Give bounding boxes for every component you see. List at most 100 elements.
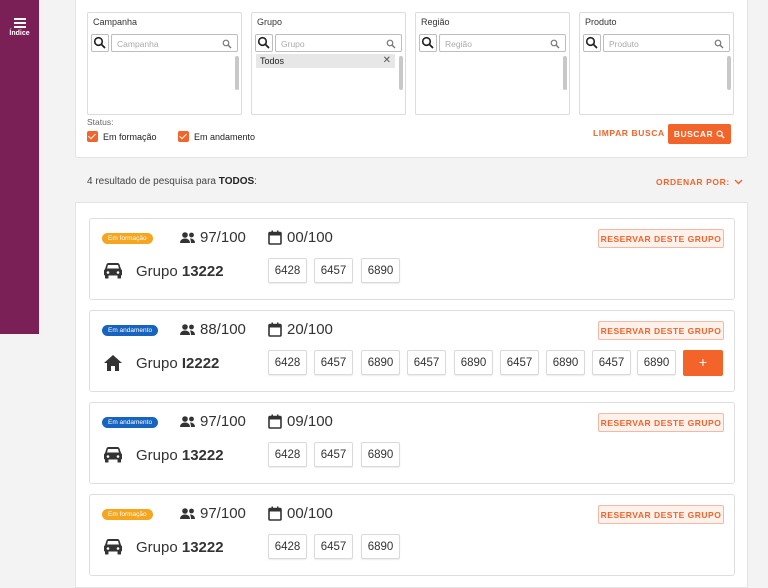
sort-button[interactable]: ORDENAR POR: — [656, 177, 743, 187]
close-icon[interactable]: ✕ — [383, 55, 391, 66]
scrollbar[interactable] — [727, 56, 732, 114]
code-chip[interactable]: 6890 — [361, 442, 400, 467]
reserve-group-button[interactable]: RESERVAR DESTE GRUPO — [598, 413, 724, 432]
status-badge: Em formação — [102, 509, 153, 520]
chevron-down-icon — [734, 179, 743, 185]
people-metric: 97/100 — [179, 413, 246, 430]
grupo-search-input[interactable]: Grupo — [275, 34, 402, 52]
date-metric: 09/100 — [268, 413, 333, 430]
search-icon — [386, 39, 396, 49]
filter-grupo: Grupo Grupo Todos ✕ — [251, 12, 406, 115]
car-icon — [104, 263, 122, 279]
code-chip[interactable]: 6428 — [268, 534, 307, 559]
code-chip[interactable]: 6428 — [268, 442, 307, 467]
group-card: Em andamento 88/100 20/100 RESERVAR DEST… — [89, 310, 735, 392]
reserve-group-button[interactable]: RESERVAR DESTE GRUPO — [598, 229, 724, 248]
clear-search-button[interactable]: LIMPAR BUSCA — [593, 128, 665, 138]
checkbox-label: Em formação — [103, 131, 157, 142]
code-chip[interactable]: 6457 — [314, 442, 353, 467]
date-metric: 00/100 — [268, 505, 333, 522]
code-chip[interactable]: 6428 — [268, 350, 307, 375]
group-name: Grupo 13222 — [136, 263, 224, 280]
code-chip[interactable]: 6457 — [314, 534, 353, 559]
scrollbar[interactable] — [399, 56, 404, 114]
search-icon — [93, 36, 106, 49]
status-badge: Em andamento — [102, 417, 159, 428]
code-chip[interactable]: 6890 — [361, 258, 400, 283]
code-chip[interactable]: 6890 — [361, 350, 400, 375]
date-metric: 20/100 — [268, 321, 333, 338]
scrollbar[interactable] — [235, 56, 240, 114]
filter-title: Grupo — [257, 17, 283, 27]
more-codes-button[interactable]: + — [683, 350, 723, 376]
search-button[interactable] — [583, 34, 601, 52]
people-icon — [180, 231, 195, 243]
reserve-group-button[interactable]: RESERVAR DESTE GRUPO — [598, 505, 724, 524]
filter-title: Produto — [585, 17, 617, 27]
people-count: 88/100 — [200, 321, 246, 338]
group-name: Grupo 13222 — [136, 539, 224, 556]
search-icon — [257, 36, 270, 49]
people-metric: 97/100 — [179, 505, 246, 522]
group-card: Em andamento 97/100 09/100 RESERVAR DEST… — [89, 402, 735, 484]
group-name: Grupo 13222 — [136, 447, 224, 464]
filter-regiao: Região Região — [415, 12, 570, 115]
code-chip[interactable]: 6428 — [268, 258, 307, 283]
status-label: Status: — [87, 117, 114, 127]
code-chip[interactable]: 6890 — [637, 350, 676, 375]
search-submit-button[interactable]: BUSCAR — [668, 124, 731, 144]
group-card: Em formação 97/100 00/100 RESERVAR DESTE… — [89, 494, 735, 576]
search-button[interactable] — [419, 34, 437, 52]
sort-label: ORDENAR POR: — [656, 177, 730, 187]
code-chip[interactable]: 6457 — [592, 350, 631, 375]
checkbox-label: Em andamento — [194, 131, 256, 142]
calendar-icon — [268, 506, 282, 521]
regiao-search-input[interactable]: Região — [439, 34, 566, 52]
search-button[interactable] — [91, 34, 109, 52]
result-summary: 4 resultado de pesquisa para TODOS: — [87, 176, 257, 187]
reserve-group-button[interactable]: RESERVAR DESTE GRUPO — [598, 321, 724, 340]
people-icon — [180, 323, 195, 335]
date-count: 20/100 — [287, 321, 333, 338]
code-chip[interactable]: 6457 — [407, 350, 446, 375]
date-count: 09/100 — [287, 413, 333, 430]
checkbox-em-andamento[interactable]: Em andamento — [178, 131, 255, 142]
menu-button[interactable]: Índice — [0, 18, 39, 37]
search-icon — [222, 39, 232, 49]
search-icon — [421, 36, 434, 49]
filter-title: Campanha — [93, 17, 138, 27]
search-button[interactable] — [255, 34, 273, 52]
hamburger-icon — [13, 18, 26, 28]
date-count: 00/100 — [287, 229, 333, 246]
people-icon — [180, 415, 195, 427]
filter-title: Região — [421, 17, 450, 27]
menu-label: Índice — [9, 30, 30, 37]
checkbox-checked-icon[interactable] — [87, 131, 98, 142]
car-icon — [104, 539, 122, 555]
people-count: 97/100 — [200, 505, 246, 522]
home-icon — [104, 355, 122, 371]
date-metric: 00/100 — [268, 229, 333, 246]
code-chip[interactable]: 6457 — [500, 350, 539, 375]
checkbox-em-formacao[interactable]: Em formação — [87, 131, 157, 142]
code-chip[interactable]: 6890 — [361, 534, 400, 559]
people-metric: 88/100 — [179, 321, 246, 338]
checkbox-checked-icon[interactable] — [178, 131, 189, 142]
search-icon — [714, 39, 724, 49]
code-chip[interactable]: 6457 — [314, 258, 353, 283]
search-label: BUSCAR — [673, 129, 714, 139]
campanha-search-input[interactable]: Campanha — [111, 34, 238, 52]
produto-search-input[interactable]: Produto — [603, 34, 730, 52]
car-icon — [104, 447, 122, 463]
people-count: 97/100 — [200, 413, 246, 430]
group-name: Grupo I2222 — [136, 355, 220, 372]
code-chip[interactable]: 6890 — [454, 350, 493, 375]
filter-campanha: Campanha Campanha — [87, 12, 242, 115]
code-chip[interactable]: 6890 — [546, 350, 585, 375]
code-chip[interactable]: 6457 — [314, 350, 353, 375]
tag-label: Todos — [260, 56, 285, 66]
search-icon — [716, 129, 725, 139]
people-metric: 97/100 — [179, 229, 246, 246]
scrollbar[interactable] — [563, 56, 568, 114]
selected-tag: Todos ✕ — [256, 54, 395, 68]
